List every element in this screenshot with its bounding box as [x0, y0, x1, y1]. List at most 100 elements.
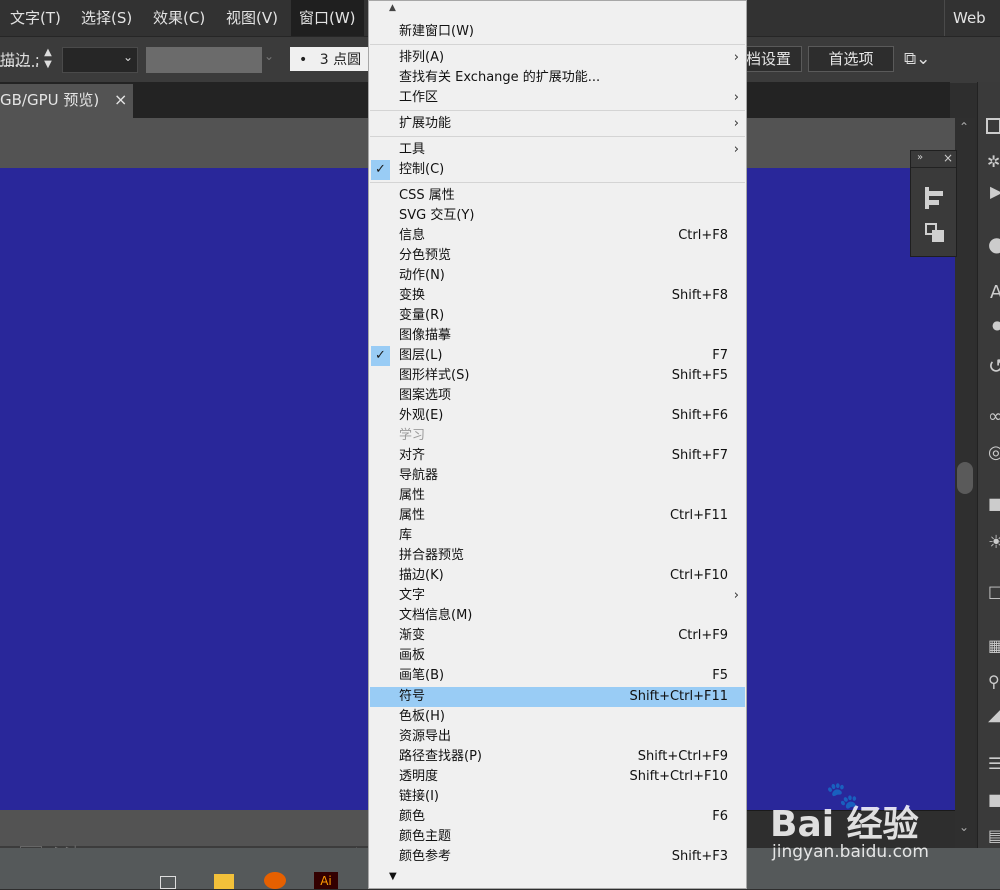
menu-window[interactable]: 窗口(W) [291, 0, 364, 36]
menu-separator [370, 44, 745, 45]
watermark-url: jingyan.baidu.com [772, 842, 929, 862]
menu-item-graphic-styles[interactable]: 图形样式(S) Shift+F5 [370, 366, 745, 386]
menu-item-actions[interactable]: 动作(N) [370, 266, 745, 286]
baidu-logo-watermark: 🐾 Bai 经验 [770, 781, 919, 845]
menu-item-info[interactable]: 信息 Ctrl+F8 [370, 226, 745, 246]
submenu-arrow-icon: › [733, 116, 739, 131]
menu-item-symbols[interactable]: 符号 Shift+Ctrl+F11 [370, 687, 745, 707]
menu-item-arrange[interactable]: 排列(A) › [370, 48, 745, 68]
menu-item-document-info[interactable]: 文档信息(M) [370, 606, 745, 626]
layers-icon[interactable]: ▦ [988, 636, 1000, 655]
menu-item-artboards[interactable]: 画板 [370, 646, 745, 666]
menu-item-transparency[interactable]: 透明度 Shift+Ctrl+F10 [370, 767, 745, 787]
color-icon[interactable]: ● [988, 232, 1000, 256]
firefox-icon[interactable] [264, 872, 286, 889]
properties-icon[interactable] [986, 118, 1000, 134]
task-view-icon[interactable] [160, 876, 176, 889]
illustrator-icon[interactable]: Ai [314, 872, 338, 889]
menu-item-appearance[interactable]: 外观(E) Shift+F6 [370, 406, 745, 426]
menu-item-pathfinder[interactable]: 路径查找器(P) Shift+Ctrl+F9 [370, 747, 745, 767]
menu-item-color[interactable]: 颜色 F6 [370, 807, 745, 827]
type-icon[interactable]: A [990, 282, 1000, 303]
workspace-switcher[interactable]: Web [944, 0, 994, 36]
menu-item-asset-export[interactable]: 资源导出 [370, 727, 745, 747]
menu-item-attributes[interactable]: 属性 [370, 486, 745, 506]
stroke-stepper[interactable]: ▲ ▼ [38, 47, 58, 73]
gear-icon[interactable]: ✲ [987, 152, 1000, 171]
arrange-icon[interactable]: ⧉⌄ [904, 49, 930, 69]
menu-item-type[interactable]: 文字 › [370, 586, 745, 606]
gradient-icon[interactable]: ◢ [988, 704, 1000, 725]
menu-lines-icon[interactable]: ☰ [988, 754, 1000, 773]
collapse-icon[interactable]: » [917, 152, 923, 163]
brush-definition-field[interactable]: • 3 点圆 [290, 47, 368, 71]
paw-icon: 🐾 [826, 781, 859, 811]
chevron-down-icon[interactable]: ⌄ [959, 820, 969, 834]
submenu-arrow-icon: › [733, 50, 739, 65]
menu-item-tools[interactable]: 工具 › [370, 140, 745, 160]
vertical-scrollbar[interactable]: ⌃ ⌄ [955, 118, 975, 848]
menu-item-extensions[interactable]: 扩展功能 › [370, 114, 745, 134]
play-icon[interactable]: ▶ [990, 182, 1000, 201]
bullet-icon: • [299, 52, 308, 68]
menu-item-find-extensions[interactable]: 查找有关 Exchange 的扩展功能... [370, 68, 745, 88]
menu-item-transform[interactable]: 变换 Shift+F8 [370, 286, 745, 306]
menu-item-pattern-options[interactable]: 图案选项 [370, 386, 745, 406]
file-explorer-icon[interactable] [214, 874, 234, 889]
chevron-up-icon[interactable]: ⌃ [959, 120, 969, 134]
menu-item-flattener-preview[interactable]: 拼合器预览 [370, 546, 745, 566]
sun-icon[interactable]: ☀ [988, 532, 1000, 553]
menu-text[interactable]: 文字(T) [2, 0, 69, 36]
menu-item-separations-preview[interactable]: 分色预览 [370, 246, 745, 266]
scroll-down-icon[interactable]: ▼ [389, 871, 397, 882]
menu-select[interactable]: 选择(S) [73, 0, 140, 36]
stack-icon[interactable]: ▤ [988, 826, 1000, 845]
menu-item-gradient[interactable]: 渐变 Ctrl+F9 [370, 626, 745, 646]
menu-item-control[interactable]: ✓ 控制(C) [370, 160, 745, 180]
brush-value: 3 点圆 [319, 52, 362, 68]
menu-item-libraries[interactable]: 库 [370, 526, 745, 546]
preferences-button[interactable]: 首选项 [808, 46, 894, 72]
menu-effect[interactable]: 效果(C) [145, 0, 213, 36]
menu-item-image-trace[interactable]: 图像描摹 [370, 326, 745, 346]
submenu-arrow-icon: › [733, 90, 739, 105]
menu-item-color-themes[interactable]: 颜色主题 [370, 827, 745, 847]
menu-item-stroke[interactable]: 描边(K) Ctrl+F10 [370, 566, 745, 586]
menu-item-links[interactable]: 链接(I) [370, 787, 745, 807]
floating-panel: » × [910, 150, 957, 257]
menu-item-workspace[interactable]: 工作区 › [370, 88, 745, 108]
scroll-thumb[interactable] [957, 462, 973, 494]
assets-icon[interactable]: ■ [988, 494, 1000, 513]
menu-view[interactable]: 视图(V) [218, 0, 286, 36]
menu-item-css-properties[interactable]: CSS 属性 [370, 186, 745, 206]
rotate-icon[interactable]: ↺ [988, 354, 1000, 378]
checkmark-icon: ✓ [371, 160, 390, 180]
stroke-weight-field[interactable]: ⌄ [62, 47, 138, 73]
menu-item-brushes[interactable]: 画笔(B) F5 [370, 666, 745, 686]
menu-item-swatches[interactable]: 色板(H) [370, 707, 745, 727]
scroll-up-icon[interactable]: ▲ [389, 3, 396, 13]
menu-item-new-window[interactable]: 新建窗口(W) [370, 22, 745, 42]
menu-item-layers[interactable]: ✓ 图层(L) F7 [370, 346, 745, 366]
swatch-icon[interactable]: ■ [988, 790, 1000, 809]
menu-item-align[interactable]: 对齐 Shift+F7 [370, 446, 745, 466]
submenu-arrow-icon: › [733, 588, 739, 603]
close-icon[interactable]: × [114, 84, 127, 116]
menu-item-color-guide[interactable]: 颜色参考 Shift+F3 [370, 847, 745, 867]
menu-item-navigator[interactable]: 导航器 [370, 466, 745, 486]
window-dropdown-menu: ▲ 新建窗口(W) 排列(A) › 查找有关 Exchange 的扩展功能... … [368, 0, 747, 889]
links-icon[interactable]: ⚲ [988, 672, 1000, 691]
dot-icon[interactable]: ● [992, 318, 1000, 332]
menu-item-variables[interactable]: 变量(R) [370, 306, 745, 326]
link-icon[interactable]: ∞ [988, 406, 1000, 427]
menu-item-svg-interactivity[interactable]: SVG 交互(Y) [370, 206, 745, 226]
chevron-down-icon: ⌄ [122, 50, 133, 64]
swirl-icon[interactable]: ◎ [988, 442, 1000, 463]
chevron-down-icon: ⌄ [264, 49, 275, 63]
document-tab[interactable]: GB/GPU 预览) × [0, 84, 133, 118]
checkmark-icon: ✓ [371, 346, 390, 366]
artboard-icon[interactable]: □ [988, 582, 1000, 601]
close-icon[interactable]: × [943, 151, 953, 165]
variable-width-field[interactable] [146, 47, 262, 73]
menu-item-properties[interactable]: 属性 Ctrl+F11 [370, 506, 745, 526]
